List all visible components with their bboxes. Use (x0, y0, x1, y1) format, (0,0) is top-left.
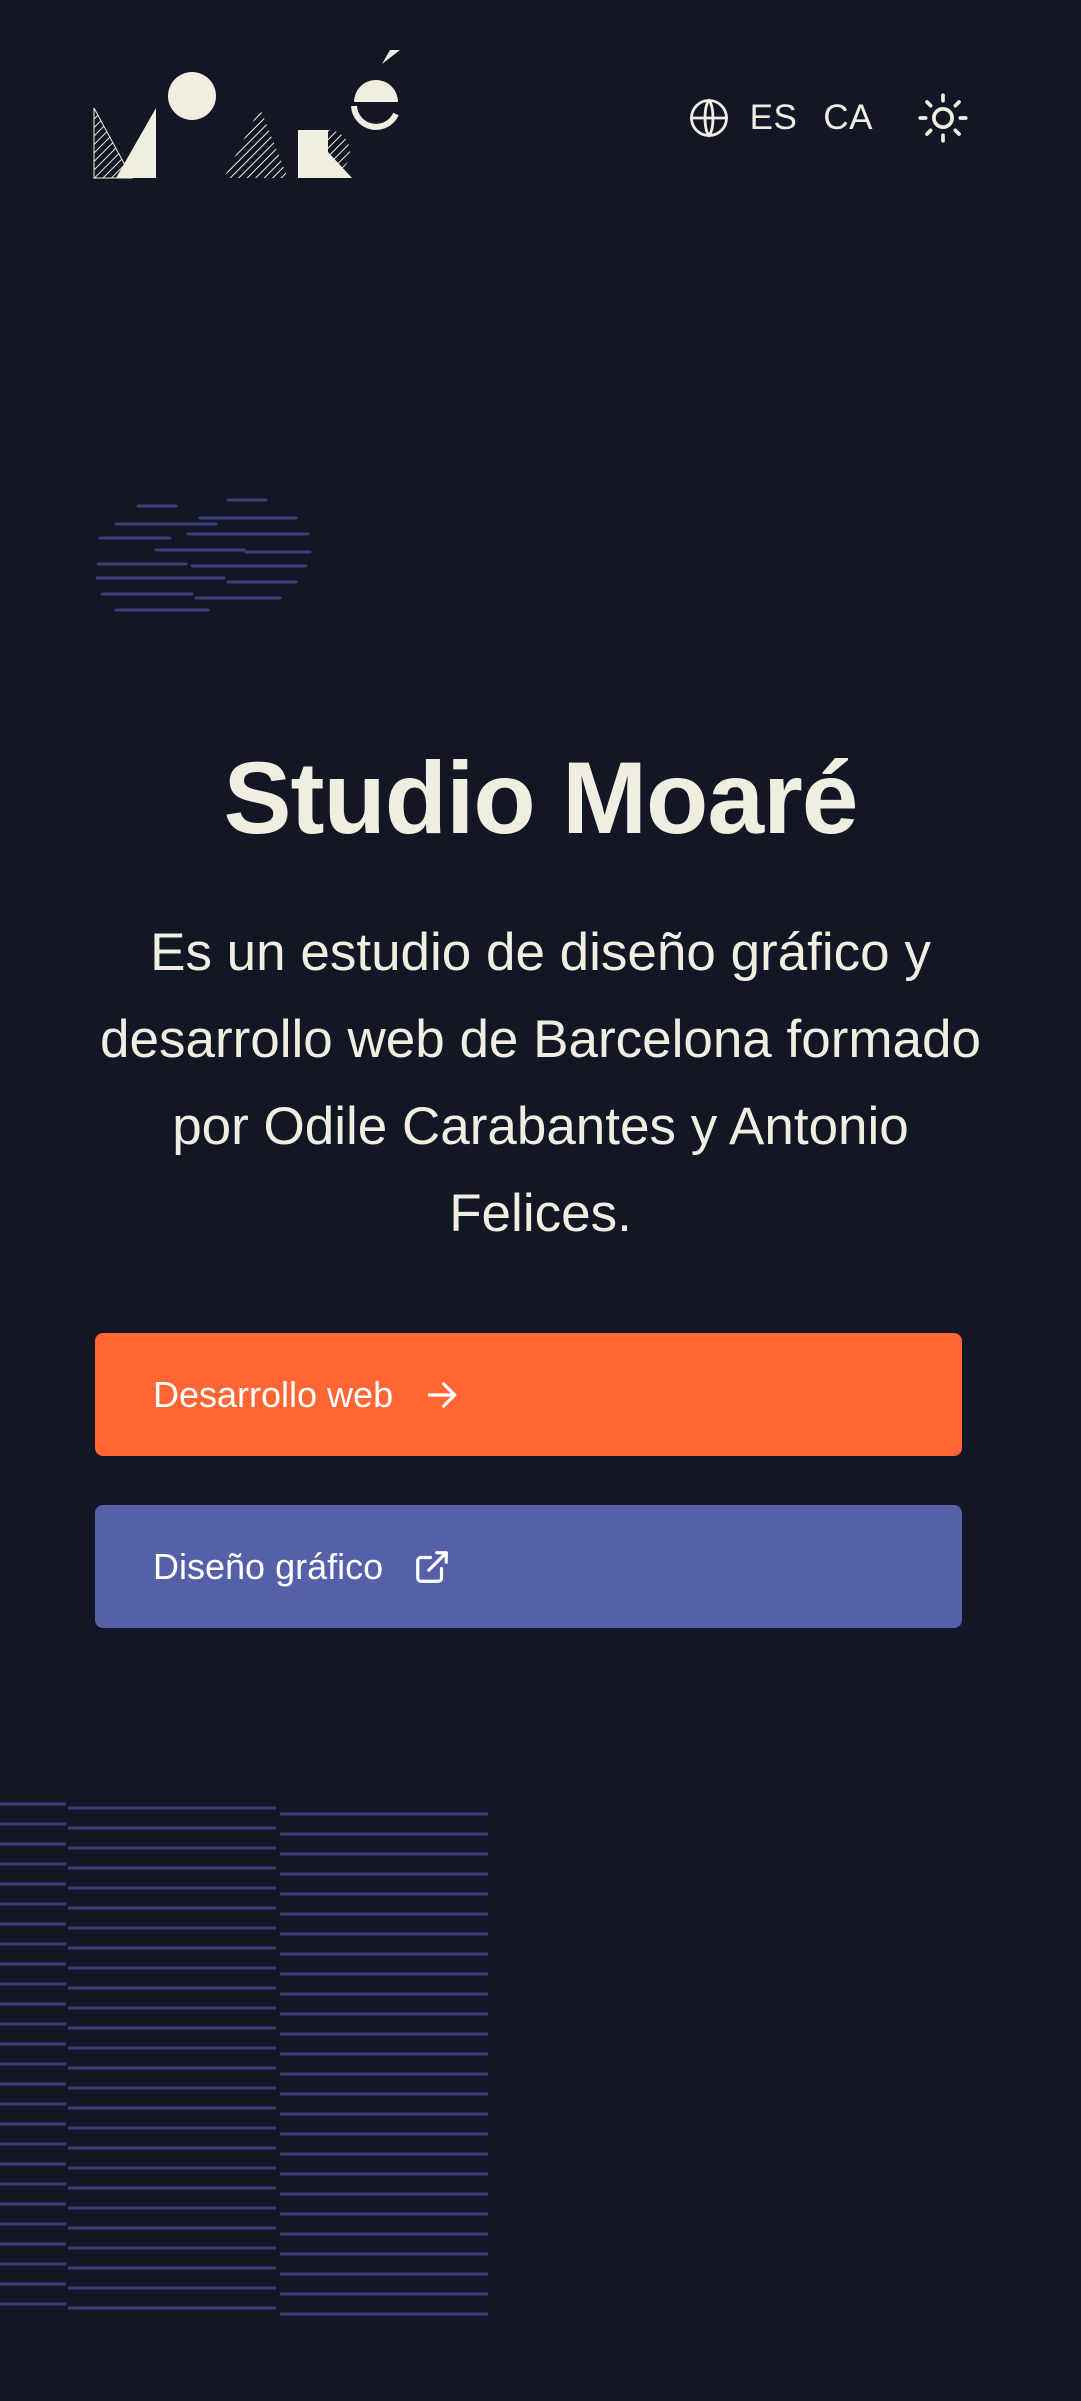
hero-description: Es un estudio de diseño gráfico y desarr… (100, 923, 981, 1243)
web-development-label: Desarrollo web (153, 1373, 394, 1415)
graphic-design-button[interactable]: Diseño gráfico (95, 1505, 962, 1628)
wave-lines-decoration (96, 494, 316, 614)
hero-section: Studio Moaré Es un estudio de diseño grá… (0, 740, 1081, 1257)
external-link-icon (413, 1548, 451, 1586)
header-nav: ES CA (688, 92, 969, 144)
site-header: ES CA (0, 0, 1081, 220)
graphic-design-label: Diseño gráfico (153, 1545, 384, 1587)
arrow-right-icon (423, 1376, 461, 1414)
moare-logo[interactable] (92, 44, 412, 184)
stripes-decoration (0, 1800, 490, 2320)
theme-toggle-sun-icon[interactable] (917, 92, 969, 144)
web-development-button[interactable]: Desarrollo web (95, 1333, 962, 1456)
page-title: Studio Moaré (223, 741, 858, 855)
globe-icon (688, 97, 730, 139)
language-ca-link[interactable]: CA (823, 98, 873, 138)
language-es-link[interactable]: ES (750, 98, 798, 138)
moare-logo-icon (93, 50, 400, 179)
